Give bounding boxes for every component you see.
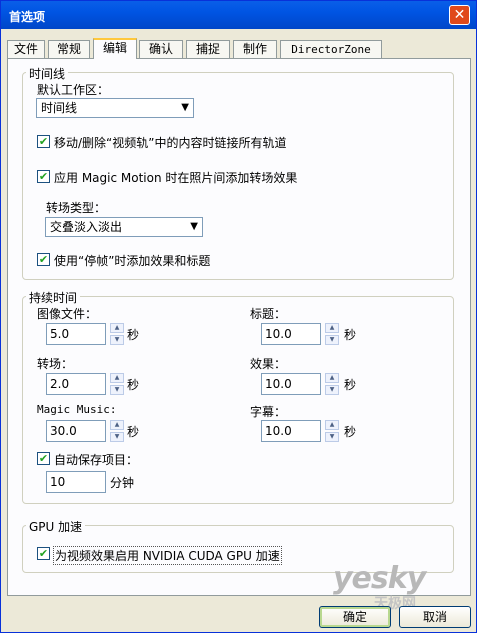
effect-duration-stepper[interactable]: ▲ ▼ (325, 373, 339, 395)
transition-duration-unit: 秒 (127, 378, 140, 392)
title-duration-input[interactable]: 10.0 (261, 323, 321, 345)
tab-general[interactable]: 常规 (48, 40, 90, 58)
close-button[interactable]: ✕ (449, 5, 470, 25)
title-duration-label: 标题： (250, 307, 287, 321)
spin-down-icon[interactable]: ▼ (325, 385, 339, 395)
magic-motion-label: 应用 Magic Motion 时在照片间添加转场效果 (54, 171, 298, 185)
chevron-down-icon: ▼ (190, 221, 198, 232)
effect-duration-unit: 秒 (344, 378, 357, 392)
tab-capture[interactable]: 捕捉 (186, 40, 230, 58)
spin-up-icon[interactable]: ▲ (325, 420, 339, 430)
transition-duration-input[interactable]: 2.0 (46, 373, 106, 395)
cancel-button[interactable]: 取消 (399, 606, 471, 628)
transition-type-label: 转场类型： (46, 201, 107, 215)
tab-file[interactable]: 文件 (7, 40, 45, 58)
workspace-select-value: 时间线 (41, 101, 78, 115)
window-title: 首选项 (9, 10, 46, 24)
autosave-interval-input[interactable]: 10 (46, 471, 106, 493)
spin-down-icon[interactable]: ▼ (110, 432, 124, 442)
duration-group-title: 持续时间 (26, 289, 81, 306)
title-duration-unit: 秒 (344, 328, 357, 342)
autosave-checkbox[interactable]: ✔ (37, 452, 50, 465)
tab-confirm[interactable]: 确认 (139, 40, 183, 58)
image-duration-input[interactable]: 5.0 (46, 323, 106, 345)
autosave-label: 自动保存项目： (54, 453, 139, 467)
subtitle-duration-input[interactable]: 10.0 (261, 420, 321, 442)
subtitle-duration-unit: 秒 (344, 425, 357, 439)
spin-down-icon[interactable]: ▼ (325, 432, 339, 442)
magic-music-duration-unit: 秒 (127, 425, 140, 439)
subtitle-duration-stepper[interactable]: ▲ ▼ (325, 420, 339, 442)
transition-type-select[interactable]: 交叠淡入淡出 ▼ (45, 217, 203, 237)
freeze-frame-label: 使用“停帧”时添加效果和标题 (54, 254, 211, 268)
spin-down-icon[interactable]: ▼ (110, 385, 124, 395)
image-duration-stepper[interactable]: ▲ ▼ (110, 323, 124, 345)
chevron-down-icon: ▼ (181, 102, 189, 113)
magic-music-duration-input[interactable]: 30.0 (46, 420, 106, 442)
tab-directorzone[interactable]: DirectorZone (280, 40, 382, 58)
tab-produce[interactable]: 制作 (233, 40, 277, 58)
cuda-label: 为视频效果启用 NVIDIA CUDA GPU 加速 (53, 546, 282, 565)
watermark-logo: yesky (333, 561, 426, 596)
magic-music-duration-label: Magic Music: (37, 403, 117, 416)
edit-tab-panel: 时间线 默认工作区： 时间线 ▼ ✔ 移动/删除“视频轨”中的内容时链接所有轨道… (7, 58, 471, 596)
timeline-group-title: 时间线 (26, 65, 69, 82)
preferences-window: 首选项 ✕ 文件 常规 编辑 确认 捕捉 制作 DirectorZone 时间线… (0, 0, 477, 633)
title-duration-stepper[interactable]: ▲ ▼ (325, 323, 339, 345)
workspace-select[interactable]: 时间线 ▼ (36, 98, 194, 118)
spin-down-icon[interactable]: ▼ (110, 335, 124, 345)
magic-motion-checkbox[interactable]: ✔ (37, 170, 50, 183)
workspace-label: 默认工作区： (37, 83, 110, 97)
ok-button[interactable]: 确定 (319, 606, 391, 628)
tab-edit[interactable]: 编辑 (93, 38, 137, 59)
autosave-unit: 分钟 (110, 476, 135, 490)
spin-up-icon[interactable]: ▲ (110, 373, 124, 383)
ripple-checkbox[interactable]: ✔ (37, 135, 50, 148)
magic-music-duration-stepper[interactable]: ▲ ▼ (110, 420, 124, 442)
ripple-label: 移动/删除“视频轨”中的内容时链接所有轨道 (54, 136, 287, 150)
image-duration-unit: 秒 (127, 328, 140, 342)
spin-down-icon[interactable]: ▼ (325, 335, 339, 345)
spin-up-icon[interactable]: ▲ (110, 420, 124, 430)
cuda-checkbox[interactable]: ✔ (37, 547, 50, 560)
spin-up-icon[interactable]: ▲ (325, 373, 339, 383)
transition-duration-stepper[interactable]: ▲ ▼ (110, 373, 124, 395)
spin-up-icon[interactable]: ▲ (110, 323, 124, 333)
freeze-frame-checkbox[interactable]: ✔ (37, 253, 50, 266)
transition-type-value: 交叠淡入淡出 (50, 220, 123, 234)
effect-duration-input[interactable]: 10.0 (261, 373, 321, 395)
spin-up-icon[interactable]: ▲ (325, 323, 339, 333)
subtitle-duration-label: 字幕： (250, 405, 287, 419)
transition-duration-label: 转场： (37, 357, 74, 371)
image-duration-label: 图像文件： (37, 307, 98, 321)
title-bar[interactable]: 首选项 ✕ (1, 1, 476, 29)
gpu-group-title: GPU 加速 (26, 518, 86, 535)
effect-duration-label: 效果： (250, 357, 287, 371)
